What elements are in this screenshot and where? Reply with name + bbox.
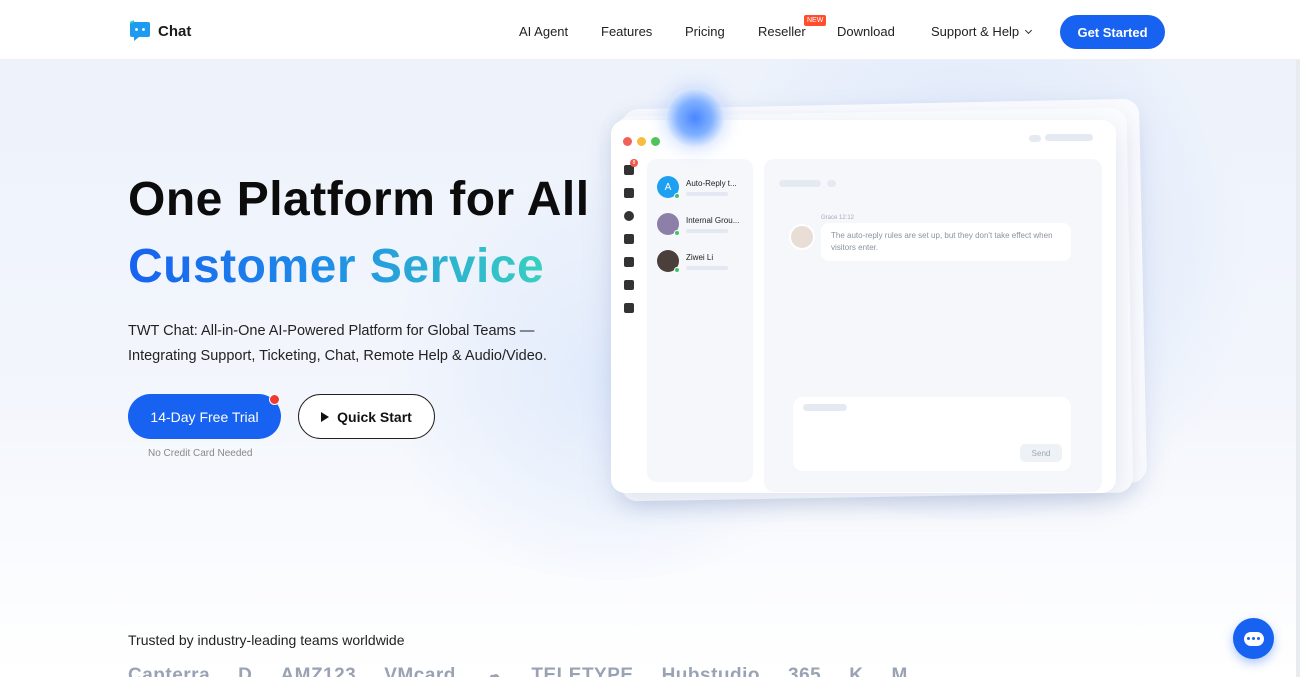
hero-description-line2: Integrating Support, Ticketing, Chat, Re… bbox=[128, 348, 547, 364]
contact-name: Ziwei Li bbox=[686, 253, 714, 262]
free-trial-button[interactable]: 14-Day Free Trial bbox=[128, 394, 281, 439]
ai-orb bbox=[665, 88, 725, 148]
mockup-sidebar: 8 bbox=[624, 159, 638, 316]
logo[interactable]: Chat bbox=[128, 19, 191, 43]
site-header: Chat AI Agent Features Pricing Reseller … bbox=[0, 0, 1300, 60]
window-controls bbox=[623, 137, 660, 146]
placeholder-bar bbox=[686, 266, 728, 270]
placeholder-bar bbox=[779, 180, 821, 187]
message-input[interactable]: Send bbox=[793, 397, 1071, 471]
hero-title-line2: Customer Service bbox=[128, 240, 545, 293]
ticket-icon bbox=[624, 188, 634, 198]
nav-support-label: Support & Help bbox=[931, 24, 1020, 39]
settings-icon bbox=[624, 303, 634, 313]
partner-logo: Hubstudio bbox=[661, 664, 761, 677]
partner-logo: M bbox=[891, 664, 908, 677]
no-credit-card-note: No Credit Card Needed bbox=[148, 448, 253, 459]
list-item: Internal Grou... bbox=[657, 213, 746, 236]
placeholder-bar bbox=[827, 180, 836, 187]
chat-panel: Grace 12:12 The auto-reply rules are set… bbox=[764, 159, 1102, 492]
avatar bbox=[657, 213, 680, 236]
partner-logo: AMZ123 bbox=[280, 664, 357, 677]
nav-pricing[interactable]: Pricing bbox=[685, 24, 725, 39]
placeholder-bar bbox=[1045, 134, 1093, 141]
placeholder-bar bbox=[686, 192, 728, 196]
hero-title-line1: One Platform for All bbox=[128, 173, 590, 226]
hero-description-line1: TWT Chat: All-in-One AI-Powered Platform… bbox=[128, 323, 535, 339]
message-meta: Grace 12:12 bbox=[821, 215, 855, 221]
contact-name: Internal Grou... bbox=[686, 216, 740, 225]
partner-logo: VMcard bbox=[384, 664, 456, 677]
nav-reseller[interactable]: Reseller bbox=[758, 24, 806, 39]
scrollbar-track[interactable] bbox=[1296, 60, 1300, 677]
chat-logo-icon bbox=[128, 19, 152, 43]
avatar: A bbox=[657, 176, 680, 199]
contact-name: Auto-Reply t... bbox=[686, 179, 737, 188]
product-mockup: 8 A Auto-Reply t... Internal Grou... Ziw… bbox=[611, 120, 1116, 493]
hero-description: TWT Chat: All-in-One AI-Powered Platform… bbox=[128, 319, 598, 369]
avatar-letter: A bbox=[664, 181, 672, 193]
close-dot-icon bbox=[623, 137, 632, 146]
contacts-icon bbox=[624, 234, 634, 244]
nav-support[interactable]: Support & Help bbox=[931, 24, 1033, 39]
partner-logo: 365 bbox=[788, 664, 822, 677]
conversation-list: A Auto-Reply t... Internal Grou... Ziwei… bbox=[647, 159, 753, 482]
chat-icon: 8 bbox=[624, 159, 638, 175]
list-item: A Auto-Reply t... bbox=[657, 176, 746, 199]
avatar bbox=[657, 250, 680, 273]
chevron-down-icon bbox=[1025, 26, 1033, 35]
placeholder-bar bbox=[803, 404, 847, 411]
minimize-dot-icon bbox=[637, 137, 646, 146]
message-icon bbox=[624, 257, 634, 267]
logo-text: Chat bbox=[158, 22, 192, 40]
online-indicator bbox=[674, 267, 680, 273]
quick-start-label: Quick Start bbox=[337, 408, 412, 425]
partner-logos: Capterra D AMZ123 VMcard ☁ TELETYPE Hubs… bbox=[128, 664, 908, 677]
online-indicator bbox=[674, 230, 680, 236]
placeholder-bar bbox=[686, 229, 728, 233]
avatar bbox=[789, 224, 815, 250]
partner-logo: ☁ bbox=[483, 665, 504, 677]
online-indicator bbox=[674, 193, 680, 199]
placeholder-bar bbox=[1029, 135, 1041, 142]
partner-logo: D bbox=[238, 664, 253, 677]
new-badge: NEW bbox=[804, 15, 827, 26]
message-bubble: The auto-reply rules are set up, but the… bbox=[821, 223, 1071, 261]
maximize-dot-icon bbox=[651, 137, 660, 146]
trusted-heading: Trusted by industry-leading teams worldw… bbox=[128, 632, 405, 648]
send-button[interactable]: Send bbox=[1020, 444, 1062, 462]
chat-widget-button[interactable] bbox=[1233, 618, 1274, 659]
chat-bubble-icon bbox=[1243, 631, 1264, 646]
get-started-button[interactable]: Get Started bbox=[1060, 15, 1165, 49]
globe-icon bbox=[624, 211, 634, 221]
analytics-icon bbox=[624, 280, 634, 290]
partner-logo: Capterra bbox=[128, 664, 211, 677]
list-item: Ziwei Li bbox=[657, 250, 746, 273]
play-icon bbox=[321, 411, 330, 422]
nav-ai-agent[interactable]: AI Agent bbox=[519, 24, 568, 39]
nav-download[interactable]: Download bbox=[837, 24, 895, 39]
partner-logo: K bbox=[849, 664, 864, 677]
unread-badge: 8 bbox=[630, 159, 638, 167]
notification-dot bbox=[269, 394, 280, 405]
nav-features[interactable]: Features bbox=[601, 24, 652, 39]
quick-start-button[interactable]: Quick Start bbox=[298, 394, 435, 439]
hero-section: One Platform for All Customer Service TW… bbox=[0, 60, 1300, 677]
partner-logo: TELETYPE bbox=[531, 664, 634, 677]
